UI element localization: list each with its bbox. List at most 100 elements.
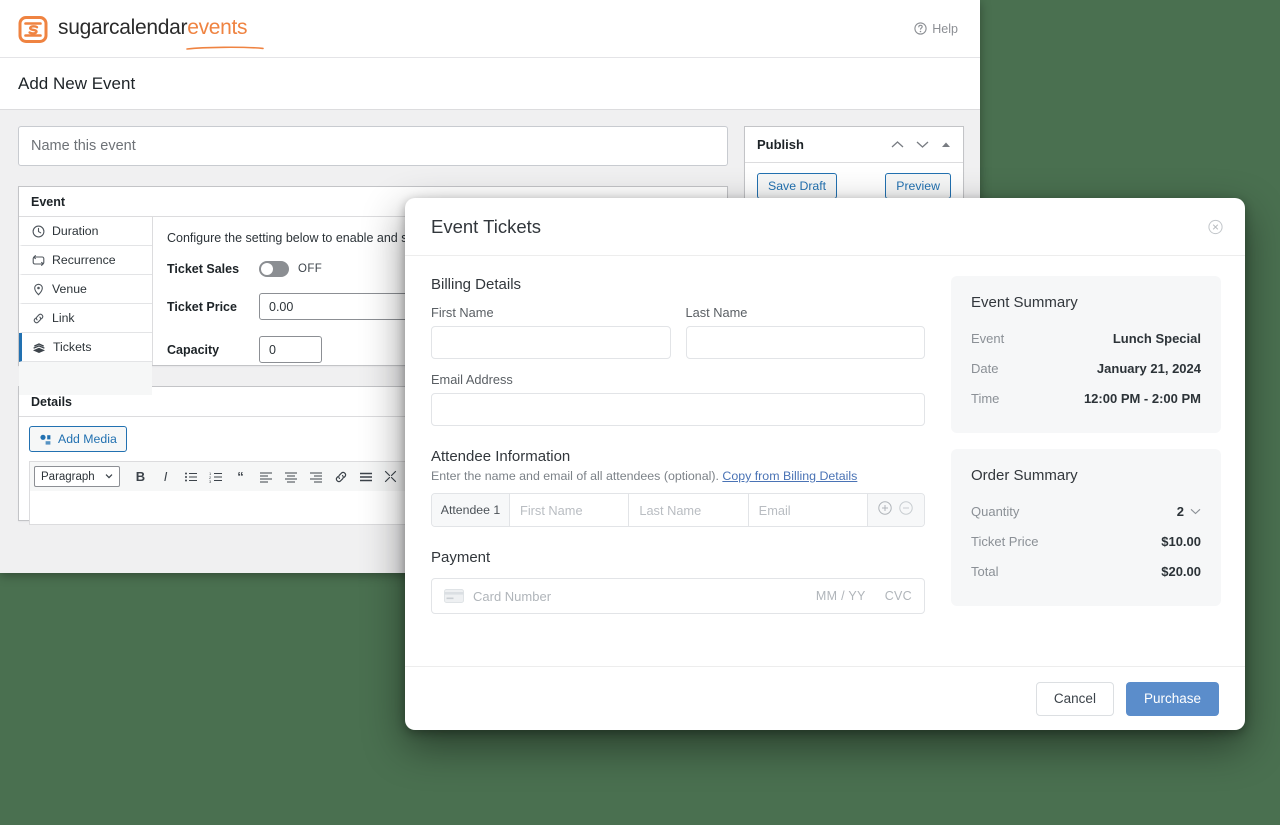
sidebar-item-label: Recurrence (52, 253, 116, 267)
order-total-row: Total $20.00 (971, 556, 1201, 586)
sidebar-item-link[interactable]: Link (19, 304, 152, 333)
close-circle-icon[interactable] (1208, 219, 1223, 234)
add-media-button[interactable]: Add Media (29, 426, 127, 452)
minus-circle-icon[interactable] (899, 500, 914, 520)
order-ticket-price-row: Ticket Price $10.00 (971, 526, 1201, 556)
collapse-icon[interactable] (941, 141, 951, 149)
order-quantity-row: Quantity 2 (971, 496, 1201, 526)
fullscreen-icon[interactable] (378, 464, 403, 490)
link-icon (32, 312, 45, 325)
capacity-input[interactable] (259, 336, 322, 363)
attendee-tag: Attendee 1 (432, 494, 510, 526)
modal-form-column: Billing Details First Name Last Name Ema… (431, 276, 925, 666)
event-summary-value: Lunch Special (1112, 330, 1201, 346)
order-total-value: $20.00 (1161, 563, 1201, 579)
attendee-row: Attendee 1 First Name Last Name Email (431, 493, 925, 527)
sidebar-item-label: Tickets (53, 340, 92, 354)
modal-summary-column: Event Summary Event Lunch Special Date J… (951, 276, 1221, 666)
italic-icon[interactable]: I (153, 464, 178, 490)
order-ticket-price-value: $10.00 (1161, 533, 1201, 549)
help-label: Help (932, 21, 958, 36)
billing-name-row: First Name Last Name (431, 305, 925, 359)
card-number-placeholder: Card Number (473, 588, 552, 604)
event-summary-heading: Event Summary (971, 294, 1078, 311)
event-summary-key: Event (971, 330, 1005, 346)
email-label: Email Address (431, 372, 513, 387)
plus-circle-icon[interactable] (878, 500, 893, 520)
brand-accent: events (187, 16, 248, 39)
chevron-down-icon (1190, 508, 1201, 515)
ticket-sales-toggle[interactable] (259, 261, 289, 277)
sidebar-item-recurrence[interactable]: Recurrence (19, 246, 152, 275)
page-title: Add New Event (18, 73, 136, 93)
numbered-list-icon[interactable]: 123 (203, 464, 228, 490)
event-summary-value: January 21, 2024 (1096, 360, 1201, 376)
capacity-label: Capacity (167, 342, 220, 357)
email-field[interactable] (431, 393, 925, 426)
cancel-button[interactable]: Cancel (1035, 681, 1114, 716)
read-more-icon[interactable] (353, 464, 378, 490)
bullet-list-icon[interactable] (178, 464, 203, 490)
attendee-email-field[interactable]: Email (749, 494, 868, 526)
ticket-sales-label: Ticket Sales (167, 262, 240, 276)
billing-details-heading: Billing Details (431, 276, 522, 293)
last-name-field[interactable] (685, 326, 925, 359)
sidebar-item-label: Duration (52, 224, 99, 238)
blockquote-icon[interactable]: “ (228, 464, 253, 490)
modal-title: Event Tickets (431, 215, 542, 237)
chevron-down-icon[interactable] (916, 140, 929, 149)
copy-from-billing-link[interactable]: Copy from Billing Details (722, 469, 857, 483)
link-icon[interactable] (328, 464, 353, 490)
align-left-icon[interactable] (253, 464, 278, 490)
order-quantity-select[interactable]: 2 (1177, 504, 1201, 519)
billing-email-row: Email Address (431, 372, 925, 426)
event-tab-list: Duration Recurrence Venue Link Tickets (19, 217, 153, 395)
purchase-button[interactable]: Purchase (1125, 681, 1219, 716)
event-title-input[interactable] (18, 126, 728, 166)
sidebar-item-label: Venue (52, 282, 87, 296)
svg-text:3: 3 (209, 479, 212, 483)
ticket-price-label: Ticket Price (167, 299, 237, 314)
card-input[interactable]: Card Number MM / YY CVC (431, 578, 925, 614)
paragraph-format-select[interactable]: Paragraph (34, 466, 120, 487)
paragraph-format-label: Paragraph (41, 470, 95, 483)
help-link[interactable]: Help (914, 22, 958, 36)
attendee-first-name-field[interactable]: First Name (510, 494, 630, 526)
event-summary-key: Time (971, 390, 1000, 406)
order-total-label: Total (971, 563, 999, 579)
tab-list-filler (19, 362, 152, 395)
question-circle-icon (914, 22, 927, 35)
brand-logo[interactable]: sugarcalendarevents (18, 14, 264, 50)
attendee-subtext-text: Enter the name and email of all attendee… (431, 469, 719, 483)
brand-name: sugarcalendar (58, 16, 188, 39)
order-summary-panel: Order Summary Quantity 2 Ticket Price $1… (951, 449, 1221, 606)
modal-footer: Cancel Purchase (405, 666, 1245, 730)
chevron-up-icon[interactable] (891, 140, 904, 149)
event-tickets-modal: Event Tickets Billing Details First Name… (405, 198, 1245, 730)
save-draft-button[interactable]: Save Draft (757, 173, 838, 199)
sidebar-item-tickets[interactable]: Tickets (19, 333, 152, 362)
first-name-label: First Name (431, 305, 494, 320)
last-name-label: Last Name (685, 305, 748, 320)
sidebar-item-label: Link (52, 311, 75, 325)
app-topbar: sugarcalendarevents Help (0, 0, 980, 58)
attendee-last-name-field[interactable]: Last Name (629, 494, 749, 526)
bold-icon[interactable]: B (128, 464, 153, 490)
card-expiry-placeholder: MM / YY (815, 589, 866, 603)
order-summary-heading: Order Summary (971, 467, 1078, 484)
event-summary-row: Date January 21, 2024 (971, 353, 1201, 383)
first-name-field[interactable] (431, 326, 671, 359)
attendee-row-actions (867, 494, 924, 526)
map-pin-icon (32, 283, 45, 296)
event-summary-panel: Event Summary Event Lunch Special Date J… (951, 276, 1221, 433)
sidebar-item-duration[interactable]: Duration (19, 217, 152, 246)
preview-button[interactable]: Preview (885, 173, 951, 199)
order-quantity-label: Quantity (971, 503, 1020, 519)
calendar-icon (18, 14, 48, 44)
credit-card-icon (444, 589, 464, 603)
align-center-icon[interactable] (278, 464, 303, 490)
event-summary-row: Time 12:00 PM - 2:00 PM (971, 383, 1201, 413)
sidebar-item-venue[interactable]: Venue (19, 275, 152, 304)
align-right-icon[interactable] (303, 464, 328, 490)
card-cvc-placeholder: CVC (884, 589, 912, 603)
